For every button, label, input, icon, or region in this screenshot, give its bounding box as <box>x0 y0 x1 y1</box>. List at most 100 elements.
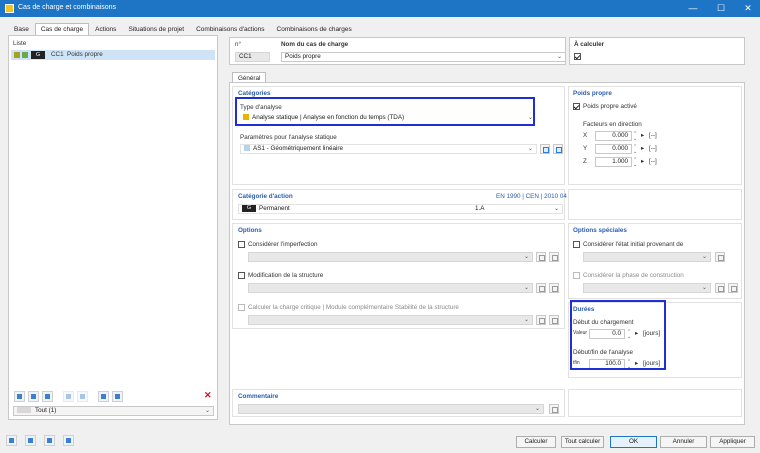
initial-state-select: ⌄ <box>583 252 711 262</box>
play-icon[interactable]: ▸ <box>641 145 644 152</box>
edit-imperfection-button[interactable] <box>549 252 559 262</box>
apply-button[interactable]: Appliquer <box>710 436 755 448</box>
comment-panel: Commentaire ⌄ <box>232 389 565 417</box>
params-label: Paramètres pour l'analyse statique <box>240 134 337 141</box>
action-category-panel: Catégorie d'action EN 1990 | CEN | 2010 … <box>232 189 567 220</box>
factor-y-stepper[interactable]: ⌃ ⌄ <box>633 145 641 155</box>
new-params-button[interactable] <box>540 144 550 154</box>
function-icon[interactable] <box>63 435 74 446</box>
calc-label: À calculer <box>574 41 605 48</box>
units-icon[interactable] <box>44 435 55 446</box>
tab-load-combinations[interactable]: Combinaisons de charges <box>271 23 358 35</box>
import-icon[interactable] <box>42 391 53 402</box>
calc-panel: À calculer <box>569 37 745 65</box>
factor-x-label: X <box>583 132 588 139</box>
tab-action-combinations[interactable]: Combinaisons d'actions <box>190 23 270 35</box>
list-item-id: CC1 <box>51 51 64 58</box>
comment-header: Commentaire <box>238 393 279 400</box>
critical-load-select: ⌄ <box>248 315 533 325</box>
play-icon[interactable]: ▸ <box>641 158 644 165</box>
modification-label: Modification de la structure <box>248 272 324 279</box>
comment-edit-button[interactable] <box>549 404 559 414</box>
filter-value: Tout (1) <box>35 407 57 414</box>
chevron-down-icon: ⌄ <box>523 254 529 260</box>
construction-label: Considérer la phase de construction <box>583 272 684 279</box>
edit-stability-button[interactable] <box>549 315 559 325</box>
new-imperfection-button[interactable] <box>536 252 546 262</box>
construction-checkbox[interactable] <box>573 272 580 279</box>
chevron-down-icon: ⌄ <box>523 317 529 323</box>
number-label: n° <box>235 41 242 48</box>
params-select[interactable]: AS1 - Géométriquement linéaire ⌄ <box>240 144 537 154</box>
self-weight-active-label: Poids propre activé <box>583 103 637 110</box>
calculate-button[interactable]: Calculer <box>516 436 556 448</box>
action-category-header: Catégorie d'action <box>238 193 293 200</box>
collapse-icon[interactable] <box>112 391 123 402</box>
options-header: Options <box>238 227 262 234</box>
tab-base[interactable]: Base <box>8 23 35 35</box>
search-icon[interactable] <box>6 435 17 446</box>
durations-highlight <box>570 300 666 370</box>
edit-initial-state-button[interactable] <box>715 252 725 262</box>
factors-label: Facteurs en direction <box>583 121 642 128</box>
special-options-panel: Options spéciales Considérer l'état init… <box>568 223 742 299</box>
edit-construction-button[interactable] <box>728 283 738 293</box>
app-icon <box>5 4 14 13</box>
edit-params-button[interactable] <box>553 144 563 154</box>
imperfection-checkbox[interactable] <box>238 241 245 248</box>
calc-checkbox[interactable] <box>574 53 581 60</box>
value-icon[interactable] <box>25 435 36 446</box>
copy-icon[interactable] <box>28 391 39 402</box>
delete-icon[interactable]: ✕ <box>204 390 212 401</box>
ok-button[interactable]: OK <box>610 436 657 448</box>
calculate-all-button[interactable]: Tout calculer <box>561 436 604 448</box>
expand-icon[interactable] <box>98 391 109 402</box>
factor-z-label: Z <box>583 158 587 165</box>
factor-z-input[interactable]: 1.000 <box>595 157 632 167</box>
chevron-down-icon: ⌄ <box>527 146 533 152</box>
empty-panel-bottom <box>568 389 742 417</box>
critical-load-label: Calculer la charge critique | Module com… <box>248 304 459 311</box>
list-panel: Liste G CC1 Poids propre ✕ Tout (1) ⌄ <box>8 35 218 420</box>
new-construction-button[interactable] <box>715 283 725 293</box>
action-category-value: Permanent <box>259 205 290 213</box>
edit-modification-button[interactable] <box>549 283 559 293</box>
modification-select: ⌄ <box>248 283 533 293</box>
minimize-button[interactable]: — <box>681 0 705 17</box>
modification-checkbox[interactable] <box>238 272 245 279</box>
title-bar: Cas de charge et combinaisons — ☐ ✕ <box>0 0 760 17</box>
factor-y-input[interactable]: 0.000 <box>595 144 632 154</box>
self-weight-panel: Poids propre Poids propre activé Facteur… <box>568 86 742 185</box>
play-icon[interactable]: ▸ <box>641 132 644 139</box>
analysis-type-highlight <box>235 97 535 126</box>
initial-state-checkbox[interactable] <box>573 241 580 248</box>
comment-input[interactable]: ⌄ <box>238 404 544 414</box>
tab-load-cases[interactable]: Cas de charge <box>34 23 90 35</box>
sort-icon[interactable] <box>63 391 74 402</box>
factor-x-input[interactable]: 0.000 <box>595 131 632 141</box>
cancel-button[interactable]: Annuler <box>660 436 707 448</box>
new-modification-button[interactable] <box>536 283 546 293</box>
factor-x-stepper[interactable]: ⌃ ⌄ <box>633 132 641 142</box>
tab-actions[interactable]: Actions <box>89 23 122 35</box>
renumber-icon[interactable] <box>77 391 88 402</box>
color-swatch <box>14 52 20 58</box>
list-header: Liste <box>13 40 27 47</box>
factor-z-stepper[interactable]: ⌃ ⌄ <box>633 158 641 168</box>
imperfection-select: ⌄ <box>248 252 533 262</box>
chevron-down-icon: ⌄ <box>701 285 707 291</box>
maximize-button[interactable]: ☐ <box>709 0 733 17</box>
self-weight-checkbox[interactable] <box>573 103 580 110</box>
factor-z-unit: [--] <box>649 158 657 165</box>
chevron-down-icon: ⌄ <box>204 408 210 414</box>
new-icon[interactable] <box>14 391 25 402</box>
critical-load-checkbox[interactable] <box>238 304 245 311</box>
new-stability-button[interactable] <box>536 315 546 325</box>
list-item[interactable]: G CC1 Poids propre <box>11 50 215 60</box>
action-category-select[interactable]: G Permanent 1.A ⌄ <box>238 204 563 214</box>
list-filter-select[interactable]: Tout (1) ⌄ <box>13 406 214 416</box>
tab-design-situations[interactable]: Situations de projet <box>122 23 190 35</box>
close-button[interactable]: ✕ <box>736 0 760 17</box>
special-options-header: Options spéciales <box>573 227 627 234</box>
name-field[interactable]: Poids propre ⌄ <box>281 52 566 62</box>
